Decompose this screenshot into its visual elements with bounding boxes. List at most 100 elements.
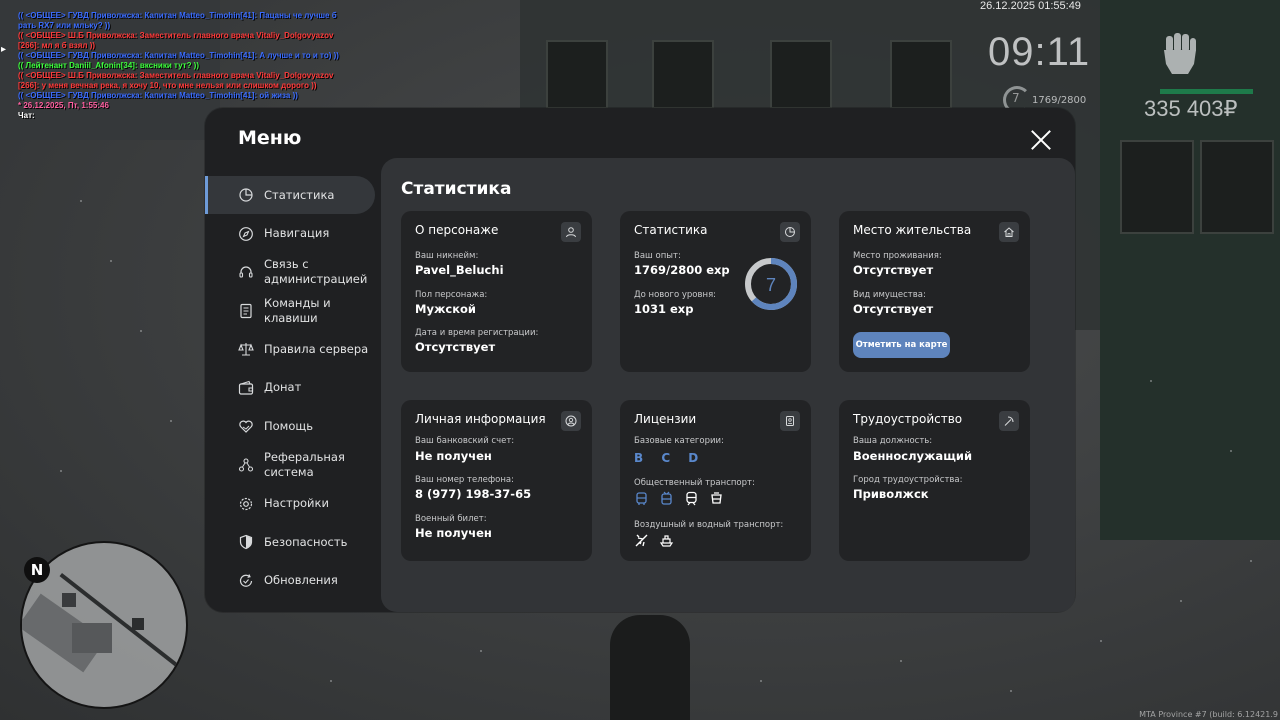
sidebar-item-label: Связь с администрацией [264,257,368,287]
mark-on-map-button[interactable]: Отметить на карте [853,332,950,358]
chat-line: (( <ОБЩЕЕ> ГУВД Приволжска: Капитан Matt… [18,51,339,60]
sidebar-item-network[interactable]: Реферальная система [205,446,377,484]
hud-exp: 1769/2800 [1032,95,1087,106]
card-personal: Личная информация Ваш банковский счет: Н… [401,400,592,561]
sidebar-item-document[interactable]: Команды и клавиши [205,292,377,330]
bus-icon [634,491,649,506]
card-title: Трудоустройство [853,412,963,426]
fist-icon [1160,30,1200,76]
bank-value: Не получен [415,449,492,463]
sidebar-item-compass[interactable]: Навигация [205,215,377,253]
sidebar-item-scales[interactable]: Правила сервера [205,330,377,368]
compass-icon [238,226,254,242]
nickname-value: Pavel_Beluchi [415,263,504,277]
wallet-icon [238,380,254,396]
position-label: Ваша должность: [853,436,933,446]
phone-value: 8 (977) 198-37-65 [415,487,532,501]
mouse-cursor: ▸ [1,44,7,55]
hud-datetime: 26.12.2025 01:55:49 [980,0,1081,12]
military-label: Военный билет: [415,514,487,524]
sidebar-item-gear[interactable]: Настройки [205,485,377,523]
chat-line: (( <ОБЩЕЕ> ГУВД Приволжска: Капитан Matt… [18,11,337,20]
sidebar-item-wallet[interactable]: Донат [205,369,377,407]
card-title: Место жительства [853,223,972,237]
refresh-check-icon [238,573,254,589]
heart-hand-icon [238,419,254,435]
phone-label: Ваш номер телефона: [415,475,514,485]
job-city-value: Приволжск [853,487,929,501]
sidebar-item-label: Настройки [264,496,329,511]
panel-title: Статистика [401,179,512,199]
close-icon[interactable] [1030,129,1052,151]
sidebar-item-label: Донат [264,380,302,395]
tram-icon [709,491,724,506]
card-character: О персонаже Ваш никнейм: Pavel_Beluchi П… [401,211,592,372]
chat-log: (( <ОБЩЕЕ> ГУВД Приволжска: Капитан Matt… [18,11,348,121]
position-value: Военнослужащий [853,449,973,463]
air-water-transport-label: Воздушный и водный транспорт: [634,520,784,530]
sidebar-item-label: Навигация [264,226,330,241]
minimap-north-icon: N [24,557,50,583]
job-city-label: Город трудоустройства: [853,475,963,485]
next-level-label: До нового уровня: [634,290,717,300]
sidebar-item-shield[interactable]: Безопасность [205,523,377,561]
menu-title: Меню [238,127,302,149]
sidebar-item-label: Помощь [264,419,314,434]
sidebar-item-heart-hand[interactable]: Помощь [205,408,377,446]
property-label: Вид имущества: [853,290,926,300]
chat-line: [266]: у меня вечная река, я хочу 10, чт… [18,81,317,90]
hud-level: 7 [1012,91,1020,105]
level-number: 7 [766,275,776,295]
sidebar-item-label: Безопасность [264,534,348,549]
sidebar-item-label: Реферальная система [264,450,345,480]
card-title: Статистика [634,223,708,237]
nickname-label: Ваш никнейм: [415,251,479,261]
airplane-icon [634,533,649,548]
card-title: О персонаже [415,223,499,237]
license-icon [780,411,800,431]
headset-icon [238,264,254,280]
public-transport-label: Общественный транспорт: [634,478,755,488]
gender-label: Пол персонажа: [415,290,488,300]
train-icon [684,491,699,506]
exp-value: 1769/2800 exp [634,263,730,277]
next-level-value: 1031 exp [634,302,694,316]
sidebar-item-headset[interactable]: Связь с администрацией [205,253,377,291]
main-menu: Меню Статистика Навигация Связь с админист… [205,108,1075,612]
sidebar-item-label: Правила сервера [264,341,369,356]
pickaxe-icon [999,411,1019,431]
user-icon [561,222,581,242]
card-residence: Место жительства Место проживания: Отсут… [839,211,1030,372]
level-progress-ring: 7 [745,258,797,310]
user-circle-icon [561,411,581,431]
boat-icon [659,533,674,548]
build-info: MTA Province #7 (build: 6.12421.9 [1139,710,1278,719]
sidebar-item-refresh-check[interactable]: Обновления [205,562,377,600]
document-icon [238,303,254,319]
card-title: Личная информация [415,412,546,426]
basic-categories-label: Базовые категории: [634,436,724,446]
registration-value: Отсутствует [415,340,496,354]
military-value: Не получен [415,526,492,540]
scales-icon [238,341,254,357]
pie-chart-icon [238,187,254,203]
trolleybus-icon [659,491,674,506]
shield-icon [238,534,254,550]
chat-line: (( <ОБЩЕЕ> Ш.Б Приволжска: Заместитель г… [18,71,334,80]
air-water-transport-icons [634,533,674,548]
chat-line: рать RX7 или мльку? )) [18,21,111,30]
chat-line: [266]: мл я б взял )) [18,41,96,50]
sidebar-item-label: Статистика [264,187,335,202]
public-transport-icons [634,491,724,506]
place-label: Место проживания: [853,251,942,261]
chat-line: (( Лейтенант Daniil_Afonin[34]: вксники … [18,61,199,70]
card-licenses: Лицензии Базовые категории: B C D Общест… [620,400,811,561]
registration-label: Дата и время регистрации: [415,328,539,338]
gender-value: Мужской [415,302,476,316]
sidebar-item-pie-chart[interactable]: Статистика [205,176,375,214]
stats-panel: Статистика О персонаже Ваш никнейм: Pave… [381,158,1075,612]
pie-chart-icon [780,222,800,242]
hud-money: 335 403₽ [1144,96,1238,121]
property-value: Отсутствует [853,302,934,316]
sidebar: Статистика Навигация Связь с администрацие… [205,176,377,601]
